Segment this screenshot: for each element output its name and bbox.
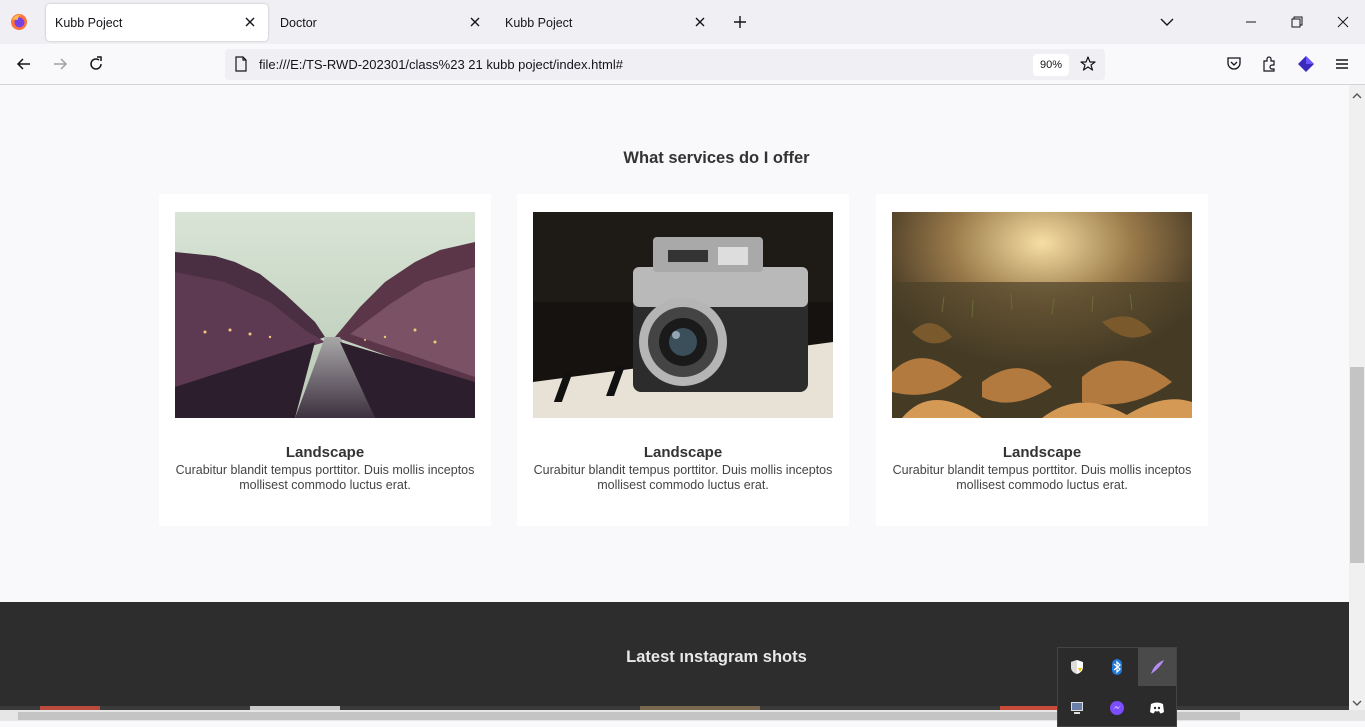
minimize-window-icon[interactable] xyxy=(1242,13,1260,31)
navigation-toolbar: file:///E:/TS-RWD-202301/class%23 21 kub… xyxy=(0,44,1365,85)
tab-title: Doctor xyxy=(280,15,317,30)
vintage-camera-photo xyxy=(533,212,833,418)
tab-title: Kubb Poject xyxy=(55,15,123,30)
close-tab-icon[interactable] xyxy=(467,14,483,30)
discord-icon[interactable] xyxy=(1138,689,1176,727)
pocket-icon[interactable] xyxy=(1225,55,1243,73)
forward-arrow-icon[interactable] xyxy=(50,54,70,74)
city-canal-photo xyxy=(175,212,475,418)
page-viewport: What services do I offer Landscape Curab… xyxy=(0,85,1349,710)
scroll-up-chevron-icon[interactable] xyxy=(1352,88,1362,99)
hamburger-menu-icon[interactable] xyxy=(1333,55,1351,73)
tab-bar: Kubb Poject Doctor Kubb Poject xyxy=(0,0,1365,44)
card-title: Landscape xyxy=(285,444,365,461)
tab-kubb-poject-2[interactable]: Kubb Poject xyxy=(496,4,718,41)
back-arrow-icon[interactable] xyxy=(14,54,34,74)
card-description: Curabitur blandit tempus porttitor. Duis… xyxy=(892,463,1192,492)
card-title: Landscape xyxy=(643,444,723,461)
tab-kubb-poject[interactable]: Kubb Poject xyxy=(46,4,268,41)
display-icon[interactable] xyxy=(1058,689,1096,727)
extensions-puzzle-icon[interactable] xyxy=(1261,55,1279,73)
autumn-leaves-photo xyxy=(892,212,1192,418)
new-tab-plus-icon[interactable] xyxy=(730,12,750,32)
page-file-icon xyxy=(233,56,249,72)
card-description: Curabitur blandit tempus porttitor. Duis… xyxy=(533,463,833,492)
feather-app-icon[interactable] xyxy=(1138,648,1176,686)
tab-doctor[interactable]: Doctor xyxy=(271,4,493,41)
system-tray-overflow xyxy=(1057,647,1177,727)
list-all-tabs-chevron-down-icon[interactable] xyxy=(1158,13,1176,31)
service-card: Landscape Curabitur blandit tempus portt… xyxy=(517,194,849,526)
zoom-level-badge[interactable]: 90% xyxy=(1033,54,1069,76)
service-card: Landscape Curabitur blandit tempus portt… xyxy=(159,194,491,526)
tab-title: Kubb Poject xyxy=(505,15,573,30)
url-text[interactable]: file:///E:/TS-RWD-202301/class%23 21 kub… xyxy=(259,57,623,72)
bookmark-star-icon[interactable] xyxy=(1079,55,1097,73)
vertical-scrollbar[interactable] xyxy=(1349,85,1365,710)
close-window-icon[interactable] xyxy=(1334,13,1352,31)
address-bar[interactable]: file:///E:/TS-RWD-202301/class%23 21 kub… xyxy=(225,49,1105,80)
card-title: Landscape xyxy=(1002,444,1082,461)
firefox-logo-icon[interactable] xyxy=(10,13,28,31)
messenger-icon[interactable] xyxy=(1098,689,1136,727)
bluetooth-icon[interactable] xyxy=(1098,648,1136,686)
extension-diamond-icon[interactable] xyxy=(1297,55,1315,73)
security-shield-icon[interactable] xyxy=(1058,648,1096,686)
reload-icon[interactable] xyxy=(86,54,106,74)
restore-window-icon[interactable] xyxy=(1288,13,1306,31)
services-heading: What services do I offer xyxy=(623,149,810,167)
service-card: Landscape Curabitur blandit tempus portt… xyxy=(876,194,1208,526)
close-tab-icon[interactable] xyxy=(692,14,708,30)
card-description: Curabitur blandit tempus porttitor. Duis… xyxy=(175,463,475,492)
close-tab-icon[interactable] xyxy=(242,14,258,30)
vertical-scroll-thumb[interactable] xyxy=(1350,367,1364,563)
scroll-down-chevron-icon[interactable] xyxy=(1352,695,1362,706)
